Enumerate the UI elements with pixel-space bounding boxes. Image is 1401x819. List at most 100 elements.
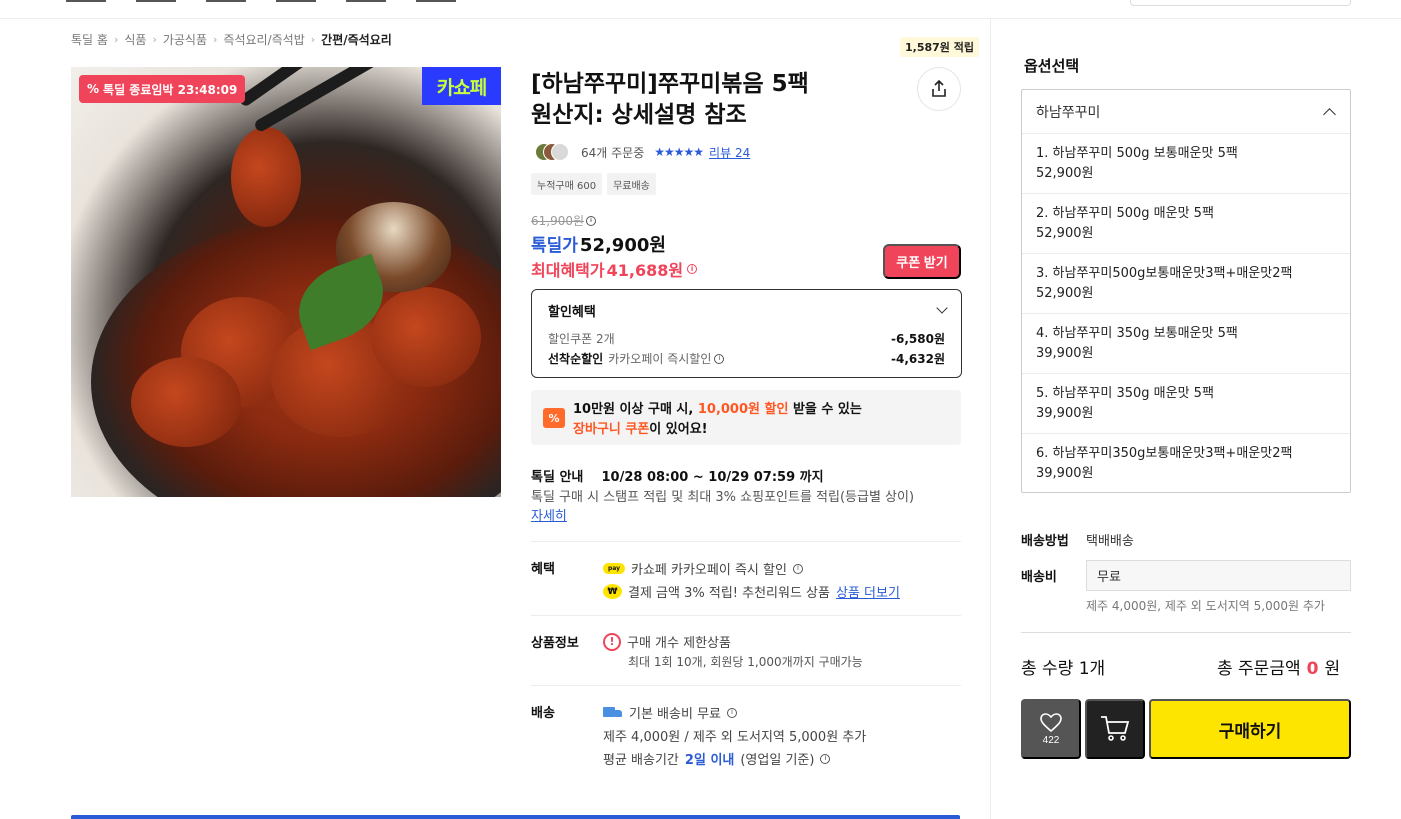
option-item[interactable]: 1. 하남쭈꾸미 500g 보통매운맛 5팩 52,900원 — [1022, 134, 1350, 194]
chevron-right-icon: › — [113, 32, 119, 46]
option-item[interactable]: 5. 하남쭈꾸미 350g 매운맛 5팩 39,900원 — [1022, 374, 1350, 434]
discount-benefit-box[interactable]: 할인혜택 할인쿠폰 2개 -6,580원 선착순할인 카카오페이 즉시할인 i … — [531, 289, 962, 378]
product-title-line2: 원산지: 상세설명 참조 — [531, 102, 747, 128]
top-search-box[interactable] — [1130, 0, 1351, 6]
get-coupon-button[interactable]: 쿠폰 받기 — [883, 244, 961, 279]
discount-row-value: -4,632원 — [891, 352, 945, 366]
delivery-line2: 제주 4,000원 / 제주 외 도서지역 5,000원 추가 — [603, 730, 867, 745]
deal-price-row: 톡딜가 52,900원 — [531, 231, 666, 256]
benefit-line-kakaopay: pay 카쇼페 카카오페이 즉시 할인 i — [603, 559, 803, 578]
product-title: [하남쭈꾸미]쭈꾸미볶음 5팩 원산지: 상세설명 참조 — [531, 69, 891, 131]
top-navigation-bar — [0, 0, 1401, 19]
shipping-method-label: 배송방법 — [1021, 534, 1069, 549]
discount-row-value: -6,580원 — [891, 332, 945, 346]
buy-now-button[interactable]: 구매하기 — [1149, 699, 1351, 759]
like-count: 422 — [1042, 734, 1060, 746]
points-badge: 1,587원 적립 — [900, 37, 979, 57]
option-item[interactable]: 2. 하남쭈꾸미 500g 매운맛 5팩 52,900원 — [1022, 194, 1350, 254]
won-coin-icon: ₩ — [603, 584, 622, 599]
option-selected-label: 하남쭈꾸미 — [1036, 104, 1101, 121]
shipping-fee-field[interactable]: 무료 — [1086, 560, 1351, 591]
discount-heading: 할인혜택 — [548, 305, 596, 320]
cart-coupon-banner[interactable]: % 10만원 이상 구매 시, 10,000원 할인 받을 수 있는 장바구니 … — [531, 390, 961, 445]
original-price: 61,900원 i — [531, 212, 597, 229]
deal-info-label: 톡딜 안내 — [531, 470, 584, 485]
deal-price-value: 52,900원 — [579, 235, 666, 256]
breadcrumb-item-home[interactable]: 톡딜 홈 — [71, 31, 108, 48]
shipping-fee-note: 제주 4,000원, 제주 외 도서지역 5,000원 추가 — [1086, 599, 1325, 613]
discount-row-coupon: 할인쿠폰 2개 -6,580원 — [548, 330, 945, 347]
coupon-percent-icon: % — [543, 408, 565, 428]
divider — [531, 615, 961, 616]
total-amount-value: 0 — [1306, 659, 1319, 679]
info-icon[interactable]: i — [586, 215, 597, 226]
discount-percent-icon: % — [87, 82, 100, 96]
deal-more-link[interactable]: 자세히 — [531, 509, 567, 524]
order-count: 64개 주문중 — [581, 145, 645, 160]
product-info-line1: ! 구매 개수 제한상품 — [603, 632, 731, 651]
option-item[interactable]: 3. 하남쭈꾸미500g보통매운맛3팩+매운맛2팩 52,900원 — [1022, 254, 1350, 314]
product-info-line2: 최대 1회 10개, 회원당 1,000개까지 구매가능 — [628, 655, 863, 669]
breadcrumb: 톡딜 홈 › 식품 › 가공식품 › 즉석요리/즉석밥 › 간편/즉석요리 — [71, 31, 392, 47]
chevron-down-icon[interactable] — [936, 302, 948, 314]
max-benefit-value: 41,688원 — [606, 261, 684, 280]
shipping-fee-label: 배송비 — [1021, 570, 1057, 585]
like-button[interactable]: 422 — [1021, 699, 1081, 759]
tab-bar-edge — [71, 815, 960, 819]
discount-row-label: 카카오페이 즉시할인 — [608, 352, 712, 366]
more-products-link[interactable]: 상품 더보기 — [836, 582, 900, 601]
alert-icon: ! — [603, 632, 621, 651]
total-order-amount: 총 주문금액 0 원 — [1217, 659, 1341, 679]
rating-stars: ★★★★★ — [654, 145, 704, 159]
deal-timer-badge: % 톡딜 종료임박 23:48:09 — [79, 75, 246, 103]
option-dropdown-header[interactable]: 하남쭈꾸미 — [1022, 90, 1350, 134]
max-benefit-price-row: 최대혜택가 41,688원 i — [531, 258, 698, 280]
shipping-fee-row: 배송비 — [1021, 566, 1086, 585]
product-info-label: 상품정보 — [531, 636, 579, 651]
max-benefit-label: 최대혜택가 — [531, 261, 605, 280]
info-icon[interactable]: i — [687, 264, 698, 274]
delivery-line3: 평균 배송기간 2일 이내 (영업일 기준) i — [603, 749, 831, 768]
chevron-up-icon[interactable] — [1323, 107, 1336, 121]
share-icon — [932, 79, 946, 97]
share-button[interactable] — [917, 67, 961, 111]
heart-icon — [1040, 712, 1062, 732]
deal-price-label: 톡딜가 — [531, 236, 578, 256]
discount-row-label: 할인쿠폰 2개 — [548, 332, 615, 346]
cart-coupon-text: 10만원 이상 구매 시, 10,000원 할인 받을 수 있는 장바구니 쿠폰… — [573, 402, 862, 437]
option-item[interactable]: 4. 하남쭈꾸미 350g 보통매운맛 5팩 39,900원 — [1022, 314, 1350, 374]
chevron-right-icon: › — [310, 32, 316, 46]
product-title-line1: [하남쭈꾸미]쭈꾸미볶음 5팩 — [531, 71, 809, 97]
kakaopay-icon: pay — [603, 563, 625, 574]
avatar — [551, 143, 569, 161]
discount-row-bold-label: 선착순할인 — [548, 352, 604, 366]
breadcrumb-item-instant-meal[interactable]: 즉석요리/즉석밥 — [223, 31, 304, 48]
breadcrumb-item-current[interactable]: 간편/즉석요리 — [321, 31, 392, 48]
option-dropdown[interactable]: 하남쭈꾸미 1. 하남쭈꾸미 500g 보통매운맛 5팩 52,900원 2. … — [1021, 89, 1351, 493]
total-quantity: 총 수량 1개 — [1021, 659, 1106, 679]
deal-info-row: 톡딜 안내 10/28 08:00 ~ 10/29 07:59 까지 — [531, 466, 824, 485]
option-item[interactable]: 6. 하남쭈꾸미350g보통매운맛3팩+매운맛2팩 39,900원 — [1022, 434, 1350, 494]
chevron-right-icon: › — [213, 32, 218, 46]
divider — [531, 541, 961, 542]
top-nav-links — [66, 0, 546, 4]
info-icon[interactable]: i — [727, 707, 737, 718]
breadcrumb-item-food[interactable]: 식품 — [124, 31, 146, 48]
divider — [1021, 632, 1351, 633]
cart-icon — [1101, 716, 1130, 741]
chevron-right-icon: › — [152, 32, 157, 46]
info-icon[interactable]: i — [792, 563, 803, 574]
tag-free-shipping: 무료배송 — [607, 173, 656, 195]
option-select-title: 옵션선택 — [1024, 57, 1080, 75]
buyer-avatars — [531, 142, 571, 162]
order-status-row: 64개 주문중 ★★★★★ 리뷰 24 — [531, 142, 750, 162]
product-image[interactable] — [71, 67, 501, 497]
tag-cumulative-purchase: 누적구매 600 — [531, 173, 603, 195]
kashope-logo: 카쇼페 — [422, 67, 501, 105]
delivery-label: 배송 — [531, 706, 555, 721]
info-icon[interactable]: i — [820, 753, 831, 764]
info-icon[interactable]: i — [714, 353, 725, 364]
review-link[interactable]: 리뷰 24 — [709, 144, 750, 161]
breadcrumb-item-processed-food[interactable]: 가공식품 — [163, 31, 207, 48]
add-to-cart-button[interactable] — [1085, 699, 1145, 759]
